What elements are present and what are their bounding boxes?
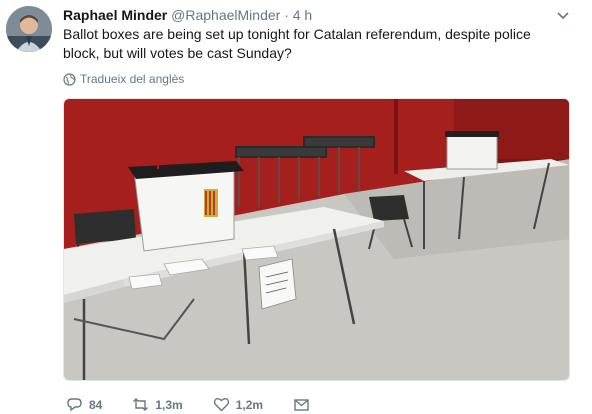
globe-icon [63,72,76,86]
like-button[interactable]: 1,2m [213,396,263,413]
envelope-icon [294,399,309,411]
tweet-time[interactable]: 4 h [293,7,312,23]
like-count: 1,2m [235,397,264,412]
author-handle[interactable]: @RaphaelMinder [171,7,280,23]
tweet-text: Ballot boxes are being set up tonight fo… [63,26,531,61]
avatar[interactable] [6,6,52,52]
translate-link[interactable]: Tradueix del anglès [63,71,184,87]
chevron-down-icon[interactable] [556,8,570,22]
heart-icon [213,398,229,412]
author-name[interactable]: Raphael Minder [63,7,167,23]
translate-label[interactable]: Tradueix del anglès [80,71,184,87]
direct-message-button[interactable] [293,396,310,413]
retweet-count: 1,3m [155,397,183,412]
ballot-boxes-photo [64,99,569,380]
retweet-button[interactable]: 1,3m [132,396,183,413]
reply-icon [67,398,82,412]
tweet-actions: 84 1,3m 1,2m [66,396,340,413]
reply-button[interactable]: 84 [66,396,102,413]
tweet-photo[interactable] [63,98,570,381]
tweet-header: Raphael Minder @RaphaelMinder · 4 h [63,6,312,24]
reply-count: 84 [89,397,103,412]
retweet-icon [133,398,149,411]
separator: · [284,7,289,23]
avatar-photo [6,6,52,52]
